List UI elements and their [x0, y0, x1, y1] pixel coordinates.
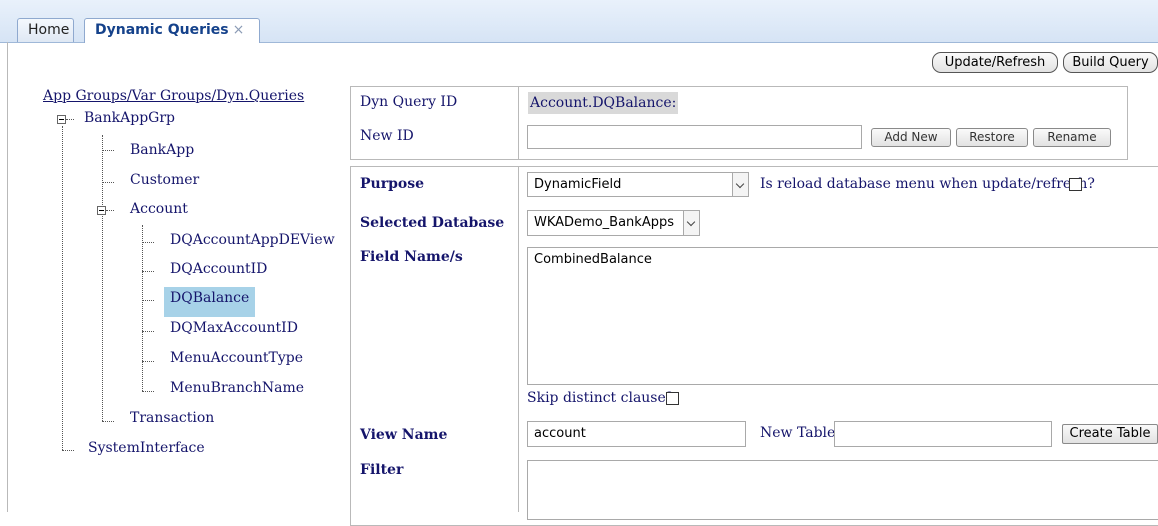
- purpose-value: DynamicField: [534, 177, 622, 192]
- filter-label: Filter: [360, 462, 404, 478]
- tree-node-dqmaxaccountid[interactable]: DQMaxAccountID: [170, 318, 298, 338]
- new-table-label: New Table:: [760, 425, 841, 441]
- tree-node-bankappgrp[interactable]: BankAppGrp: [84, 108, 175, 128]
- new-table-input[interactable]: [834, 421, 1052, 447]
- tree-line: [142, 331, 154, 332]
- panel-divider: [518, 86, 519, 160]
- tree-line: [142, 271, 154, 272]
- rename-button[interactable]: Rename: [1033, 128, 1111, 147]
- tree-line: [102, 182, 114, 183]
- tab-dynamic-queries[interactable]: Dynamic Queries ×: [84, 18, 260, 43]
- dyn-query-id-value: Account.DQBalance:: [528, 92, 679, 114]
- dyn-query-id-label: Dyn Query ID: [360, 94, 458, 110]
- add-new-button[interactable]: Add New: [871, 128, 951, 147]
- skip-distinct-checkbox[interactable]: [666, 392, 679, 405]
- tree-line: [102, 421, 114, 422]
- collapse-icon[interactable]: [97, 206, 106, 215]
- field-names-textarea[interactable]: CombinedBalance: [527, 247, 1158, 385]
- tree-line: [102, 135, 103, 421]
- tree-line: [62, 450, 74, 451]
- chevron-down-icon: [683, 211, 699, 235]
- tree-line: [142, 361, 154, 362]
- tree-node-bankapp[interactable]: BankApp: [130, 140, 194, 160]
- tree-line: [62, 126, 63, 450]
- collapse-icon[interactable]: [57, 115, 66, 124]
- purpose-select[interactable]: DynamicField: [527, 172, 749, 197]
- field-names-label: Field Name/s: [360, 249, 463, 265]
- close-icon[interactable]: ×: [233, 22, 245, 38]
- tree-line: [142, 242, 154, 243]
- view-name-input[interactable]: account: [527, 421, 746, 447]
- panel-divider: [518, 166, 519, 512]
- tree-node-systeminterface[interactable]: SystemInterface: [88, 438, 205, 458]
- tree-node-transaction[interactable]: Transaction: [130, 408, 214, 428]
- tree-node-menubranchname[interactable]: MenuBranchName: [170, 378, 304, 398]
- new-id-input[interactable]: [527, 125, 862, 149]
- selected-database-select[interactable]: WKADemo_BankApps: [527, 210, 700, 236]
- left-border: [7, 42, 8, 512]
- chevron-down-icon: [732, 173, 748, 196]
- tab-home[interactable]: Home: [17, 18, 74, 42]
- tree-node-menuaccounttype[interactable]: MenuAccountType: [170, 348, 303, 368]
- tree-node-customer[interactable]: Customer: [130, 170, 199, 190]
- tree-line: [142, 391, 154, 392]
- tree-root-link[interactable]: App Groups/Var Groups/Dyn.Queries: [43, 88, 304, 104]
- tree-node-dqaccountid[interactable]: DQAccountID: [170, 259, 267, 279]
- tree-line: [106, 210, 114, 211]
- new-id-label: New ID: [360, 128, 414, 144]
- tree-node-dqbalance[interactable]: DQBalance: [164, 287, 256, 317]
- tree-line: [66, 119, 74, 120]
- tree-line: [142, 300, 154, 301]
- tree-node-account[interactable]: Account: [130, 199, 188, 219]
- reload-db-label: Is reload database menu when update/refr…: [760, 176, 1095, 192]
- tab-home-label: Home: [28, 22, 70, 38]
- view-name-label: View Name: [360, 427, 448, 443]
- purpose-label: Purpose: [360, 176, 424, 192]
- tree-line: [142, 225, 143, 391]
- create-table-button[interactable]: Create Table: [1062, 424, 1158, 444]
- tab-dynamic-queries-label: Dynamic Queries: [95, 22, 229, 38]
- tab-bar: Home Dynamic Queries ×: [0, 0, 1158, 43]
- restore-button[interactable]: Restore: [956, 128, 1028, 147]
- selected-database-value: WKADemo_BankApps: [534, 215, 674, 230]
- selected-database-label: Selected Database: [360, 215, 505, 231]
- tree-line: [102, 150, 114, 151]
- skip-distinct-label: Skip distinct clause?: [527, 390, 674, 406]
- update-refresh-button[interactable]: Update/Refresh: [932, 52, 1058, 73]
- tree-node-dqaccountappdeview[interactable]: DQAccountAppDEView: [170, 230, 335, 250]
- reload-db-checkbox[interactable]: [1069, 178, 1082, 191]
- build-query-button[interactable]: Build Query: [1063, 52, 1158, 73]
- filter-textarea[interactable]: [527, 460, 1158, 520]
